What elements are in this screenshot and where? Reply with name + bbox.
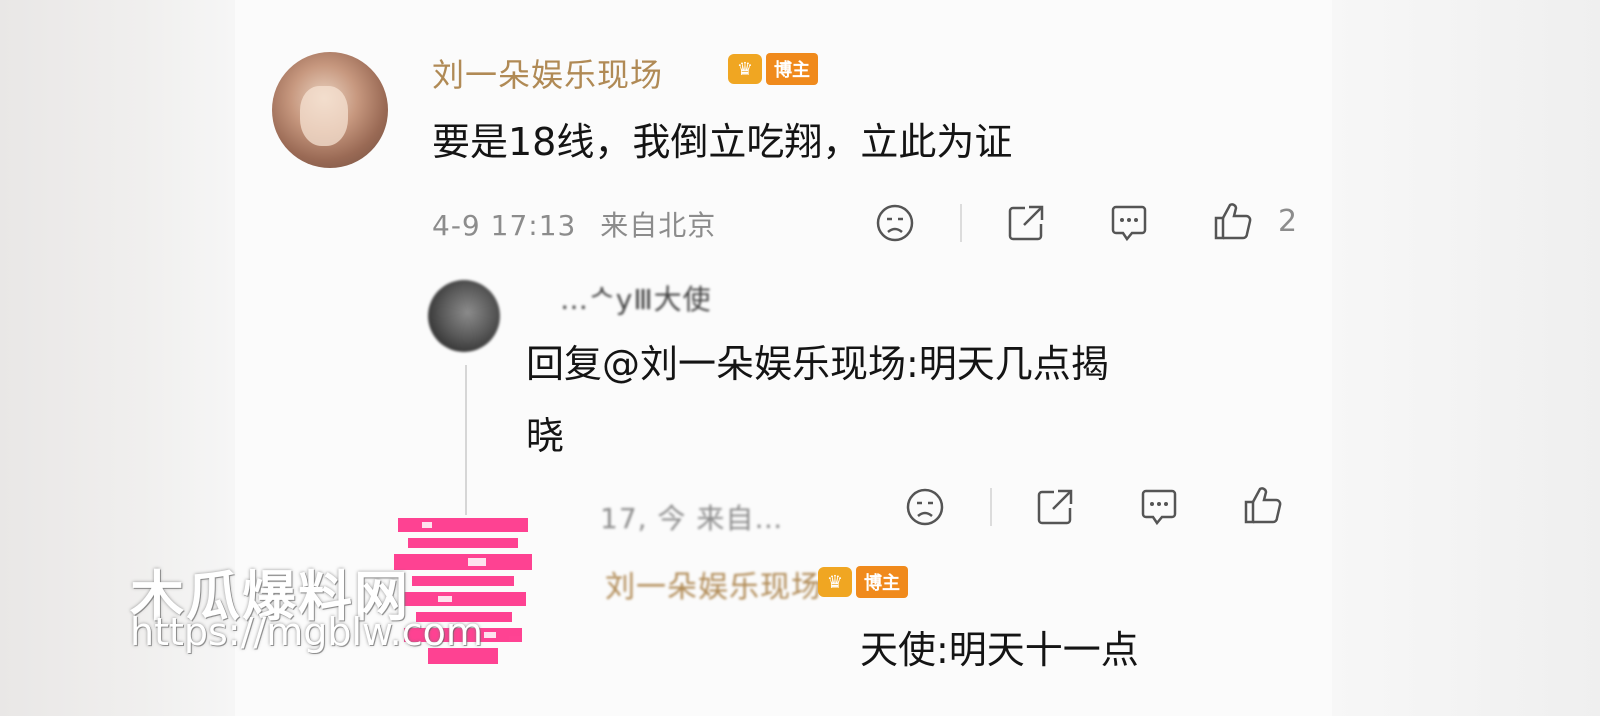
blogger-badge: ♛ 博主 [728, 53, 818, 85]
share-icon[interactable] [1034, 486, 1076, 528]
comment-text: 要是18线，我倒立吃翔，立此为证 [432, 120, 1013, 164]
dislike-face-icon[interactable] [904, 486, 946, 528]
replier-avatar[interactable] [428, 280, 500, 352]
comment-icon[interactable] [1108, 202, 1150, 244]
reply-text-line1: 回复@刘一朵娱乐现场:明天几点揭 [526, 342, 1109, 386]
replier-username[interactable]: …ᄉyⅢ大使 [560, 278, 712, 318]
right-blurred-background [1332, 0, 1600, 716]
action-divider [990, 488, 992, 526]
action-divider [960, 204, 962, 242]
reply-meta: 17, 今 来自… [600, 502, 784, 535]
comment-icon[interactable] [1138, 486, 1180, 528]
reply-text-line2: 晓 [526, 414, 565, 458]
share-icon[interactable] [1005, 202, 1047, 244]
subreply-text: 天使:明天十一点 [860, 628, 1139, 672]
comment-time: 4-9 17:13 [432, 209, 577, 242]
watermark-url: https://mgblw.com [130, 610, 483, 654]
like-count: 2 [1278, 204, 1298, 239]
thread-line [465, 365, 467, 515]
crown-icon: ♛ [818, 567, 852, 597]
like-thumb-icon[interactable] [1212, 200, 1254, 242]
commenter-avatar[interactable] [272, 52, 388, 168]
comment-timestamp: 4-9 17:13 来自北京 [432, 204, 716, 244]
blogger-tag: 博主 [856, 566, 908, 598]
like-thumb-icon[interactable] [1242, 484, 1284, 526]
commenter-username[interactable]: 刘一朵娱乐现场 [432, 50, 663, 96]
blogger-tag: 博主 [766, 53, 818, 85]
subreply-username[interactable]: 刘一朵娱乐现场 [605, 562, 822, 606]
crown-icon: ♛ [728, 54, 762, 84]
comment-location: 来自北京 [600, 209, 717, 242]
blogger-badge: ♛ 博主 [818, 566, 908, 598]
dislike-face-icon[interactable] [874, 202, 916, 244]
